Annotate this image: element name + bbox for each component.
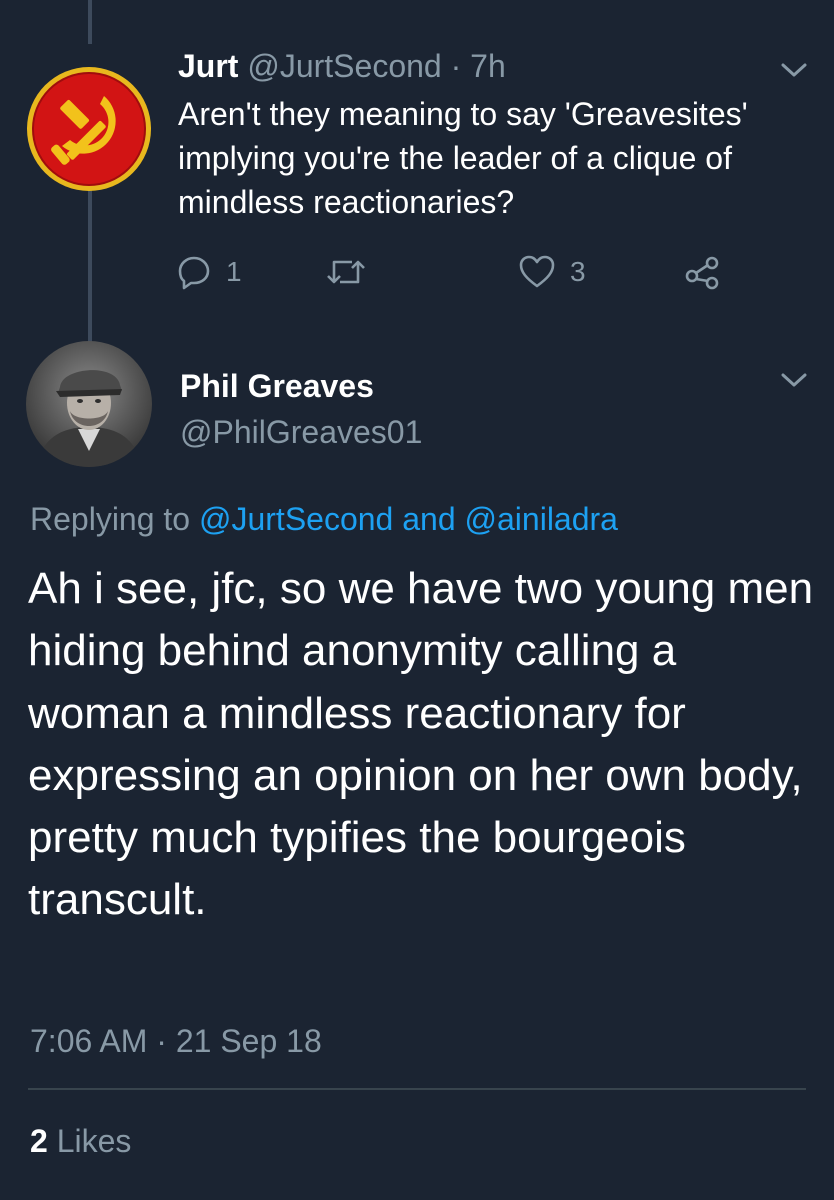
- replying-prefix: Replying to: [30, 501, 191, 537]
- main-author-name[interactable]: Phil Greaves: [180, 366, 374, 406]
- reply-tweet-text: Aren't they meaning to say 'Greavesites'…: [178, 96, 748, 220]
- like-count: 3: [570, 256, 586, 287]
- retweet-icon: [327, 260, 365, 284]
- hammer-and-sickle-icon: [27, 67, 151, 191]
- reply-count: 1: [226, 256, 242, 287]
- retweet-button[interactable]: [326, 250, 380, 294]
- timestamp-separator: ·: [156, 1023, 167, 1059]
- reply-author-handle[interactable]: @JurtSecond: [247, 48, 441, 84]
- likes-label: Likes: [56, 1123, 132, 1159]
- like-button[interactable]: 3: [518, 250, 586, 294]
- tweet-time: 7:06 AM: [30, 1023, 148, 1059]
- main-author-handle[interactable]: @PhilGreaves01: [180, 412, 422, 452]
- chevron-down-icon[interactable]: [778, 54, 810, 86]
- replying-to-line: Replying to @JurtSecond and @ainiladra: [30, 498, 618, 540]
- share-button[interactable]: [684, 250, 720, 294]
- heart-icon: [519, 255, 555, 288]
- thread-line-top: [88, 0, 92, 44]
- likes-count: 2: [30, 1123, 48, 1159]
- thread-line-connector: [88, 166, 92, 342]
- profile-photo: [26, 341, 152, 467]
- share-icon: [685, 256, 719, 290]
- avatar-jurt[interactable]: [26, 66, 152, 192]
- reply-tweet-header: Jurt @JurtSecond · 7h: [178, 46, 506, 86]
- reply-author-name[interactable]: Jurt: [178, 48, 238, 84]
- replying-user-link[interactable]: @JurtSecond: [199, 501, 393, 537]
- divider: [28, 1088, 806, 1090]
- main-tweet-text: Ah i see, jfc, so we have two young men …: [28, 564, 814, 925]
- tweet-timestamp: 7:06 AM · 21 Sep 18: [30, 1020, 322, 1062]
- tweet-date: 21 Sep 18: [175, 1023, 322, 1059]
- replying-and[interactable]: and: [402, 501, 455, 537]
- replying-user-link[interactable]: @ainiladra: [465, 501, 618, 537]
- reply-separator: ·: [450, 48, 462, 84]
- reply-tweet-actions: 1 3: [176, 250, 736, 294]
- reply-icon: [178, 256, 210, 290]
- reply-age[interactable]: 7h: [470, 48, 506, 84]
- chevron-down-icon[interactable]: [778, 364, 810, 396]
- likes-summary[interactable]: 2 Likes: [30, 1120, 131, 1162]
- avatar-phil-greaves[interactable]: [26, 341, 152, 467]
- reply-button[interactable]: 1: [176, 250, 242, 294]
